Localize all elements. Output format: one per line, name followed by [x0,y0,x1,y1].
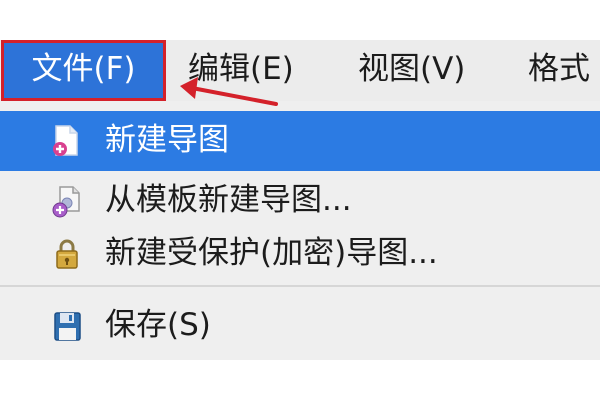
menu-bar: 文件(F) 编辑(E) 视图(V) 格式 [0,40,600,101]
menu-separator [0,285,600,287]
save-disk-icon [54,312,81,341]
menu-edit[interactable]: 编辑(E) [188,40,294,101]
menu-item-new-protected[interactable]: 新建受保护(加密)导图... [0,224,600,284]
menu-item-label: 从模板新建导图... [105,182,352,218]
file-dropdown-menu: 新建导图 从模板新建导图... 新建受保护(加密)导图... 保存(S) [0,101,600,360]
template-icon [52,186,80,218]
app-window: 文件(F) 编辑(E) 视图(V) 格式 新建导图 从模板新建导图... 新建受… [0,0,600,400]
lock-icon [56,239,78,269]
menu-format[interactable]: 格式 [528,40,590,101]
menu-item-label: 新建受保护(加密)导图... [105,235,438,271]
menu-view[interactable]: 视图(V) [358,40,465,101]
menu-file[interactable]: 文件(F) [2,40,165,101]
menu-item-save[interactable]: 保存(S) [0,296,600,356]
menu-item-new-map[interactable]: 新建导图 [0,111,600,171]
new-map-icon [53,125,78,156]
menu-item-new-from-template[interactable]: 从模板新建导图... [0,171,600,231]
menu-item-label: 保存(S) [105,307,211,343]
menu-item-label: 新建导图 [105,122,229,158]
